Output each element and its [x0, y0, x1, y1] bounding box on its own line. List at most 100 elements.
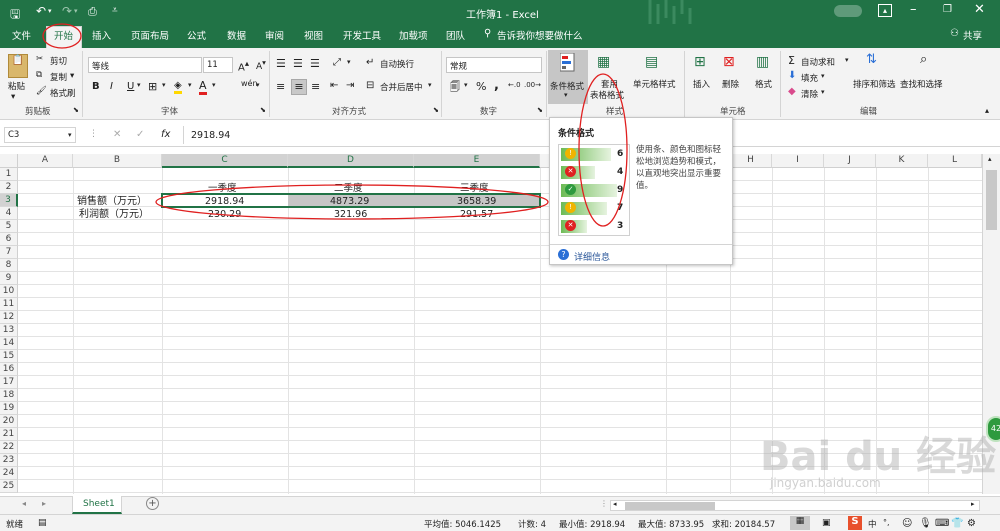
next-sheet-icon[interactable]: ▸: [42, 499, 46, 508]
row-header[interactable]: 7: [0, 246, 18, 259]
column-header[interactable]: H: [730, 154, 772, 168]
minimize-icon[interactable]: –: [910, 2, 917, 17]
cell-C2[interactable]: 一季度: [208, 182, 237, 195]
tab-page-layout[interactable]: 页面布局: [131, 28, 169, 42]
column-header[interactable]: L: [928, 154, 982, 168]
sort-filter-button[interactable]: 排序和筛选: [853, 78, 896, 90]
row-header[interactable]: 9: [0, 272, 18, 285]
paste-button[interactable]: 粘贴: [8, 80, 25, 92]
find-select-button[interactable]: 查找和选择: [900, 78, 943, 90]
bold-button[interactable]: B: [92, 81, 100, 92]
cell-C3[interactable]: 2918.94: [205, 195, 244, 208]
sogou-ime-icon[interactable]: S: [848, 516, 862, 530]
number-launcher-icon[interactable]: ⬊: [537, 106, 543, 114]
tab-formulas[interactable]: 公式: [187, 28, 206, 42]
worksheet-grid[interactable]: A B C D E F G H I J K L ▴ 1 2 3 4 5 6 7 …: [0, 154, 1000, 494]
name-box-dropdown-icon[interactable]: ▾: [68, 131, 72, 139]
cut-button[interactable]: 剪切: [50, 55, 67, 67]
ime-skin-icon[interactable]: 👕: [951, 518, 963, 529]
tab-add-ins[interactable]: 加载项: [399, 28, 428, 42]
add-sheet-icon[interactable]: +: [146, 497, 159, 510]
autosum-icon[interactable]: Σ: [788, 54, 795, 67]
cell-E4[interactable]: 291.57: [460, 208, 493, 221]
row-header[interactable]: 3: [0, 194, 18, 207]
tab-data[interactable]: 数据: [227, 28, 246, 42]
column-header[interactable]: C: [162, 154, 288, 168]
column-header[interactable]: I: [772, 154, 824, 168]
copy-button[interactable]: 复制: [50, 71, 67, 83]
cell-B4[interactable]: 利润额（万元）: [79, 208, 149, 221]
normal-view-icon[interactable]: ▦: [790, 516, 810, 530]
tab-split-handle-icon[interactable]: ⋮: [600, 499, 608, 508]
row-header[interactable]: 4: [0, 207, 18, 220]
ime-mic-icon[interactable]: 🎙: [919, 518, 932, 529]
decrease-decimal-icon[interactable]: .00→: [524, 81, 541, 89]
format-painter-button[interactable]: 格式刷: [50, 87, 76, 99]
tab-insert[interactable]: 插入: [92, 28, 111, 42]
align-middle-icon[interactable]: ☰: [293, 57, 303, 70]
select-all-corner[interactable]: [0, 154, 18, 168]
clear-dropdown-icon[interactable]: ▾: [821, 88, 825, 96]
currency-icon[interactable]: 🗐: [450, 80, 460, 97]
alignment-launcher-icon[interactable]: ⬊: [433, 106, 439, 114]
ime-tools-icon[interactable]: ⚙: [967, 518, 976, 529]
row-header[interactable]: 18: [0, 389, 18, 402]
scroll-right-icon[interactable]: ▸: [971, 500, 975, 508]
row-header[interactable]: 12: [0, 311, 18, 324]
row-header[interactable]: 2: [0, 181, 18, 194]
comma-button[interactable]: ,: [494, 78, 499, 93]
paste-dropdown-icon[interactable]: ▾: [11, 92, 15, 102]
tell-me-box[interactable]: 告诉我你想要做什么: [497, 28, 583, 42]
scroll-left-icon[interactable]: ◂: [613, 500, 617, 508]
format-painter-icon[interactable]: 🖌: [36, 86, 47, 96]
conditional-format-button[interactable]: 条件格式 ▾: [548, 50, 588, 104]
horizontal-scrollbar[interactable]: ◂ ▸: [610, 500, 980, 511]
scroll-up-icon[interactable]: ▴: [988, 155, 992, 163]
cut-icon[interactable]: ✂: [36, 54, 43, 64]
copy-icon[interactable]: ⧉: [36, 70, 42, 80]
autosum-dropdown-icon[interactable]: ▾: [845, 56, 849, 64]
cell-C4[interactable]: 230.29: [208, 208, 241, 221]
sheet-tab-active[interactable]: Sheet1: [72, 496, 122, 514]
row-header[interactable]: 8: [0, 259, 18, 272]
tab-file[interactable]: 文件: [12, 28, 31, 42]
paste-icon[interactable]: 📋: [8, 54, 28, 78]
row-header[interactable]: 10: [0, 285, 18, 298]
ime-emoji-icon[interactable]: ☺: [902, 518, 912, 529]
currency-dropdown-icon[interactable]: ▾: [464, 81, 468, 89]
close-icon[interactable]: ✕: [974, 2, 985, 17]
cell-D3[interactable]: 4873.29: [330, 195, 369, 208]
fill-button[interactable]: 填充: [801, 72, 818, 84]
format-as-table-icon[interactable]: ▦: [597, 54, 610, 70]
font-size-dropdown[interactable]: 11: [203, 57, 233, 73]
insert-cells-icon[interactable]: ⊞: [694, 54, 706, 70]
row-header[interactable]: 1: [0, 168, 18, 181]
tab-developer[interactable]: 开发工具: [343, 28, 381, 42]
increase-decimal-icon[interactable]: ←.0: [508, 81, 521, 89]
border-icon[interactable]: ⊞: [148, 80, 157, 93]
row-header[interactable]: 24: [0, 467, 18, 480]
share-button[interactable]: 共享: [963, 28, 982, 42]
wrap-text-button[interactable]: 自动换行: [380, 58, 414, 70]
save-icon[interactable]: 🖫: [10, 5, 20, 26]
row-header[interactable]: 19: [0, 402, 18, 415]
insert-function-button[interactable]: fx: [161, 129, 170, 140]
row-header[interactable]: 5: [0, 220, 18, 233]
fill-color-dropdown-icon[interactable]: ▾: [188, 81, 192, 89]
clear-icon[interactable]: ◆: [788, 86, 796, 97]
format-cells-icon[interactable]: ▥: [756, 54, 769, 70]
quick-print-icon[interactable]: ⎙: [88, 5, 97, 19]
align-left-icon[interactable]: ≡: [276, 80, 285, 93]
fill-color-icon[interactable]: ◈: [174, 80, 182, 94]
restore-icon[interactable]: ❐: [943, 4, 952, 15]
underline-dropdown-icon[interactable]: ▾: [137, 81, 141, 89]
page-layout-view-icon[interactable]: ▣: [822, 518, 831, 528]
fill-dropdown-icon[interactable]: ▾: [821, 72, 825, 80]
increase-indent-icon[interactable]: ⇥: [346, 80, 354, 91]
ribbon-display-options-icon[interactable]: ▴: [878, 4, 892, 17]
tab-review[interactable]: 审阅: [265, 28, 284, 42]
row-header[interactable]: 17: [0, 376, 18, 389]
align-bottom-icon[interactable]: ☰: [310, 57, 320, 70]
autosum-button[interactable]: 自动求和: [801, 56, 835, 68]
side-bubble[interactable]: 42: [986, 416, 1000, 442]
